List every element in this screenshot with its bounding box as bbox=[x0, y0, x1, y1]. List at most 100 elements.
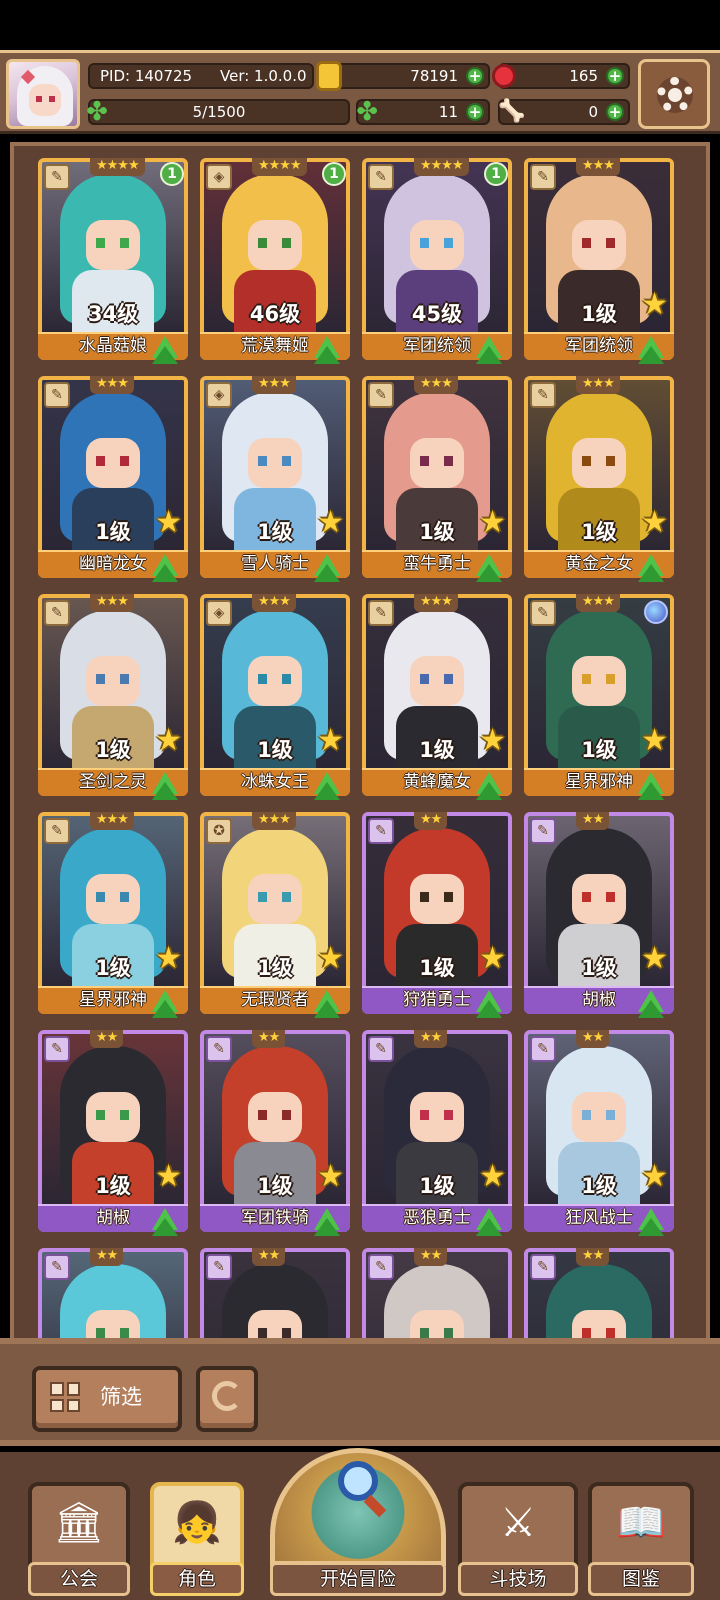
level-up-arrow-icon[interactable] bbox=[314, 990, 340, 1018]
reset-filter-button[interactable] bbox=[196, 1366, 258, 1432]
star-upgrade-icon[interactable]: ★ bbox=[479, 1162, 506, 1192]
character-card[interactable]: ✎ ★★ 1级 ★ 恶狼勇士 bbox=[362, 1030, 512, 1236]
star-upgrade-icon[interactable]: ★ bbox=[317, 1162, 344, 1192]
player-avatar[interactable] bbox=[6, 59, 80, 129]
character-card[interactable]: ✎ ★★★★ 1 34级 水晶菇娘 bbox=[38, 158, 188, 364]
star-upgrade-icon[interactable]: ★ bbox=[479, 944, 506, 974]
star-upgrade-icon[interactable]: ★ bbox=[155, 726, 182, 756]
weapon-class-icon: ✎ bbox=[368, 600, 394, 626]
star-upgrade-icon[interactable]: ★ bbox=[641, 726, 668, 756]
weapon-class-icon: ✎ bbox=[44, 1254, 70, 1280]
star-upgrade-icon[interactable]: ★ bbox=[317, 726, 344, 756]
character-card[interactable]: ✎ ★★ bbox=[200, 1248, 350, 1338]
portrait-eye bbox=[282, 238, 291, 248]
nav-tile: 📖 bbox=[588, 1482, 694, 1568]
level-up-arrow-icon[interactable] bbox=[152, 336, 178, 364]
filter-button[interactable]: 筛选 bbox=[32, 1366, 182, 1432]
settings-button[interactable] bbox=[638, 59, 710, 129]
bone-counter: 🦴 0 + bbox=[498, 99, 630, 125]
weapon-class-icon: ✎ bbox=[530, 1036, 556, 1062]
portrait-face bbox=[248, 1092, 302, 1142]
clover-value: 11 bbox=[438, 103, 458, 121]
character-icon: 👧 bbox=[172, 1500, 222, 1546]
character-card[interactable]: ◈ ★★★★ 1 46级 荒漠舞姬 bbox=[200, 158, 350, 364]
star-upgrade-icon[interactable]: ★ bbox=[155, 508, 182, 538]
star-upgrade-icon[interactable]: ★ bbox=[155, 944, 182, 974]
nav-start-adventure[interactable]: 开始冒险 bbox=[270, 1448, 446, 1600]
portrait-eye bbox=[582, 892, 591, 902]
character-card[interactable]: ✎ ★★ bbox=[38, 1248, 188, 1338]
portrait-face bbox=[572, 438, 626, 488]
character-level: 45级 bbox=[411, 302, 463, 326]
level-up-arrow-icon[interactable] bbox=[314, 772, 340, 800]
portrait-eye bbox=[258, 1328, 267, 1338]
character-card[interactable]: ✎ ★★ 1级 ★ 军团铁骑 bbox=[200, 1030, 350, 1236]
nav-arena[interactable]: ⚔ 斗技场 bbox=[458, 1482, 578, 1600]
level-up-arrow-icon[interactable] bbox=[152, 554, 178, 582]
portrait-eye bbox=[582, 238, 591, 248]
level-up-arrow-icon[interactable] bbox=[638, 772, 664, 800]
character-card[interactable]: ✎ ★★ bbox=[524, 1248, 674, 1338]
character-card[interactable]: ✎ ★★★ 1级 ★ 幽暗龙女 bbox=[38, 376, 188, 582]
character-card[interactable]: ✎ ★★★ 1级 ★ 星界邪神 bbox=[38, 812, 188, 1018]
character-card[interactable]: ✎ ★★★ 1级 ★ 黄金之女 bbox=[524, 376, 674, 582]
character-card[interactable]: ✎ ★★ 1级 ★ 狩猎勇士 bbox=[362, 812, 512, 1018]
level-up-arrow-icon[interactable] bbox=[476, 554, 502, 582]
character-card[interactable]: ◈ ★★★ 1级 ★ 冰蛛女王 bbox=[200, 594, 350, 800]
level-up-arrow-icon[interactable] bbox=[152, 772, 178, 800]
add-gem-button[interactable]: + bbox=[606, 67, 624, 85]
level-up-arrow-icon[interactable] bbox=[476, 336, 502, 364]
portrait-eye bbox=[444, 238, 453, 248]
level-up-arrow-icon[interactable] bbox=[638, 990, 664, 1018]
star-upgrade-icon[interactable]: ★ bbox=[479, 726, 506, 756]
level-up-arrow-icon[interactable] bbox=[638, 1208, 664, 1236]
portrait-face bbox=[248, 438, 302, 488]
star-upgrade-icon[interactable]: ★ bbox=[317, 944, 344, 974]
gold-counter: 78191 + bbox=[316, 61, 490, 91]
level-up-arrow-icon[interactable] bbox=[152, 1208, 178, 1236]
star-upgrade-icon[interactable]: ★ bbox=[641, 508, 668, 538]
nav-codex[interactable]: 📖 图鉴 bbox=[588, 1482, 694, 1600]
avatar-eye bbox=[49, 96, 55, 102]
level-up-arrow-icon[interactable] bbox=[476, 990, 502, 1018]
add-gold-button[interactable]: + bbox=[466, 67, 484, 85]
character-card[interactable]: ✎ ★★ 1级 ★ 狂风战士 bbox=[524, 1030, 674, 1236]
star-upgrade-icon[interactable]: ★ bbox=[479, 508, 506, 538]
character-card[interactable]: ✎ ★★ bbox=[362, 1248, 512, 1338]
character-card[interactable]: ✎ ★★★ 1级 ★ 蛮牛勇士 bbox=[362, 376, 512, 582]
level-up-arrow-icon[interactable] bbox=[476, 772, 502, 800]
portrait-eye bbox=[444, 674, 453, 684]
star-upgrade-icon[interactable]: ★ bbox=[641, 1162, 668, 1192]
clover-icon: ✤ bbox=[86, 97, 108, 127]
add-bone-button[interactable]: + bbox=[606, 103, 624, 121]
star-upgrade-icon[interactable]: ★ bbox=[641, 290, 668, 320]
star-rating: ★★ bbox=[576, 1248, 610, 1266]
character-card[interactable]: ✎ ★★ 1级 ★ 胡椒 bbox=[524, 812, 674, 1018]
level-up-arrow-icon[interactable] bbox=[638, 554, 664, 582]
character-card[interactable]: ✎ ★★ 1级 ★ 胡椒 bbox=[38, 1030, 188, 1236]
level-up-arrow-icon[interactable] bbox=[476, 1208, 502, 1236]
character-card[interactable]: ✎ ★★★ 1级 ★ 圣剑之灵 bbox=[38, 594, 188, 800]
star-upgrade-icon[interactable]: ★ bbox=[155, 1162, 182, 1192]
level-up-arrow-icon[interactable] bbox=[314, 1208, 340, 1236]
character-card[interactable]: ✪ ★★★ 1级 ★ 无瑕贤者 bbox=[200, 812, 350, 1018]
character-card[interactable]: ◈ ★★★ 1级 ★ 雪人骑士 bbox=[200, 376, 350, 582]
character-card[interactable]: ✎ ★★★★ 1 45级 军团统领 bbox=[362, 158, 512, 364]
weapon-class-icon: ✎ bbox=[530, 818, 556, 844]
star-upgrade-icon[interactable]: ★ bbox=[317, 508, 344, 538]
character-level: 46级 bbox=[249, 302, 301, 326]
character-card[interactable]: ✎ ★★★ 1级 ★ 军团统领 bbox=[524, 158, 674, 364]
character-card[interactable]: ✎ ★★★ 1级 ★ 星界邪神 bbox=[524, 594, 674, 800]
nav-character[interactable]: 👧 角色 bbox=[150, 1482, 244, 1600]
level-up-arrow-icon[interactable] bbox=[314, 336, 340, 364]
star-upgrade-icon[interactable]: ★ bbox=[641, 944, 668, 974]
star-rating: ★★ bbox=[414, 812, 448, 830]
level-up-arrow-icon[interactable] bbox=[314, 554, 340, 582]
add-clover-button[interactable]: + bbox=[466, 103, 484, 121]
nav-guild[interactable]: 🏛 公会 bbox=[28, 1482, 130, 1600]
nav-label: 斗技场 bbox=[458, 1562, 578, 1596]
level-up-arrow-icon[interactable] bbox=[638, 336, 664, 364]
portrait-eye bbox=[444, 1110, 453, 1120]
character-card[interactable]: ✎ ★★★ 1级 ★ 黄蜂魔女 bbox=[362, 594, 512, 800]
level-up-arrow-icon[interactable] bbox=[152, 990, 178, 1018]
